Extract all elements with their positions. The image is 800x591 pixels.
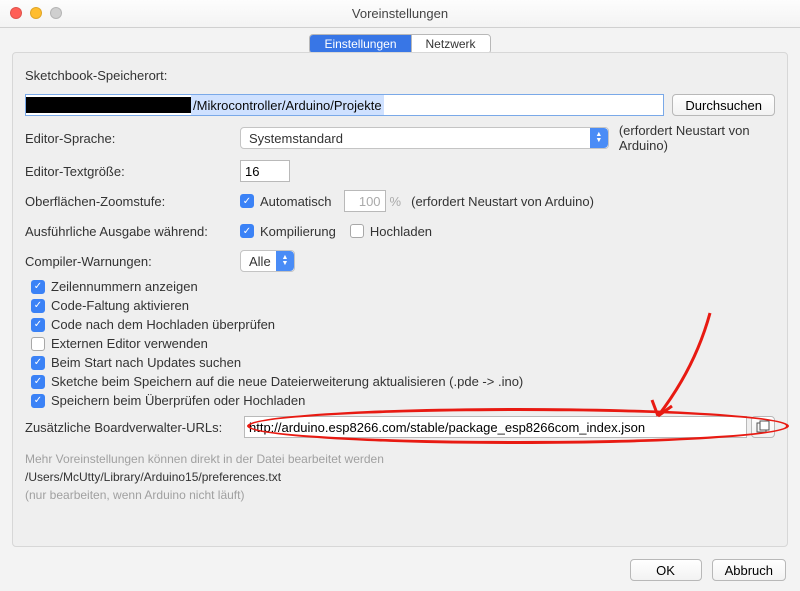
- sketchbook-label: Sketchbook-Speicherort:: [25, 68, 167, 83]
- checkbox-checked-icon: [31, 375, 45, 389]
- update-ext-checkbox[interactable]: Sketche beim Speichern auf die neue Date…: [25, 374, 775, 389]
- window-controls: [10, 7, 62, 19]
- browse-button[interactable]: Durchsuchen: [672, 94, 775, 116]
- ext-editor-label: Externen Editor verwenden: [51, 336, 208, 351]
- settings-panel: Sketchbook-Speicherort: /Mikrocontroller…: [12, 52, 788, 547]
- boards-url-row: Zusätzliche Boardverwalter-URLs:: [25, 416, 775, 438]
- tabs: Einstellungen Netzwerk: [0, 28, 800, 54]
- info-text: Mehr Voreinstellungen können direkt in d…: [25, 450, 775, 504]
- checkbox-checked-icon: [240, 224, 254, 238]
- boards-url-expand-button[interactable]: [751, 416, 775, 438]
- editor-lang-hint: (erfordert Neustart von Arduino): [619, 123, 775, 153]
- save-verify-label: Speichern beim Überprüfen oder Hochladen: [51, 393, 305, 408]
- zoom-auto-checkbox[interactable]: Automatisch: [240, 194, 332, 209]
- compiler-warn-select[interactable]: Alle ▲▼: [240, 250, 295, 272]
- boards-url-input[interactable]: [244, 416, 747, 438]
- chevron-updown-icon: ▲▼: [590, 128, 608, 148]
- sketchbook-path-visible: /Mikrocontroller/Arduino/Projekte: [191, 95, 384, 115]
- linenum-label: Zeilennummern anzeigen: [51, 279, 198, 294]
- info-line1: Mehr Voreinstellungen können direkt in d…: [25, 450, 775, 468]
- tab-network[interactable]: Netzwerk: [411, 35, 490, 53]
- editor-size-input[interactable]: [240, 160, 290, 182]
- checkbox-checked-icon: [240, 194, 254, 208]
- verbose-label: Ausführliche Ausgabe während:: [25, 224, 240, 239]
- tab-segment: Einstellungen Netzwerk: [309, 34, 490, 54]
- checkbox-checked-icon: [31, 299, 45, 313]
- verbose-upload-label: Hochladen: [370, 224, 432, 239]
- ext-editor-checkbox[interactable]: Externen Editor verwenden: [25, 336, 775, 351]
- checkbox-checked-icon: [31, 280, 45, 294]
- check-updates-checkbox[interactable]: Beim Start nach Updates suchen: [25, 355, 775, 370]
- editor-lang-value: Systemstandard: [249, 131, 343, 146]
- checkbox-unchecked-icon: [350, 224, 364, 238]
- percent-sign: %: [390, 194, 402, 209]
- checkbox-checked-icon: [31, 318, 45, 332]
- window-title: Voreinstellungen: [352, 6, 448, 21]
- verbose-compile-label: Kompilierung: [260, 224, 336, 239]
- options-checklist: Zeilennummern anzeigen Code-Faltung akti…: [25, 279, 775, 408]
- info-path: /Users/McUtty/Library/Arduino15/preferen…: [25, 468, 775, 486]
- cancel-button[interactable]: Abbruch: [712, 559, 786, 581]
- editor-lang-label: Editor-Sprache:: [25, 131, 240, 146]
- compiler-warn-label: Compiler-Warnungen:: [25, 254, 240, 269]
- zoom-label: Oberflächen-Zoomstufe:: [25, 194, 240, 209]
- verify-upload-label: Code nach dem Hochladen überprüfen: [51, 317, 275, 332]
- update-ext-label: Sketche beim Speichern auf die neue Date…: [51, 374, 523, 389]
- zoom-hint: (erfordert Neustart von Arduino): [411, 194, 594, 209]
- preferences-window: Voreinstellungen Einstellungen Netzwerk …: [0, 0, 800, 591]
- checkbox-unchecked-icon: [31, 337, 45, 351]
- verify-upload-checkbox[interactable]: Code nach dem Hochladen überprüfen: [25, 317, 775, 332]
- close-icon[interactable]: [10, 7, 22, 19]
- titlebar: Voreinstellungen: [0, 0, 800, 28]
- checkbox-checked-icon: [31, 356, 45, 370]
- editor-lang-select[interactable]: Systemstandard ▲▼: [240, 127, 609, 149]
- checkbox-checked-icon: [31, 394, 45, 408]
- tab-settings[interactable]: Einstellungen: [310, 35, 410, 53]
- chevron-updown-icon: ▲▼: [276, 251, 294, 271]
- editor-size-label: Editor-Textgröße:: [25, 164, 240, 179]
- ok-button[interactable]: OK: [630, 559, 702, 581]
- check-updates-label: Beim Start nach Updates suchen: [51, 355, 241, 370]
- info-line2: (nur bearbeiten, wenn Arduino nicht läuf…: [25, 486, 775, 504]
- sketchbook-path-input[interactable]: /Mikrocontroller/Arduino/Projekte: [25, 94, 664, 116]
- zoom-value-input[interactable]: [344, 190, 386, 212]
- verbose-compile-checkbox[interactable]: Kompilierung: [240, 224, 336, 239]
- codefold-label: Code-Faltung aktivieren: [51, 298, 189, 313]
- redacted-path: [26, 97, 191, 113]
- boards-url-label: Zusätzliche Boardverwalter-URLs:: [25, 420, 240, 435]
- zoom-auto-label: Automatisch: [260, 194, 332, 209]
- zoom-icon: [50, 7, 62, 19]
- codefold-checkbox[interactable]: Code-Faltung aktivieren: [25, 298, 775, 313]
- compiler-warn-value: Alle: [249, 254, 271, 269]
- minimize-icon[interactable]: [30, 7, 42, 19]
- verbose-upload-checkbox[interactable]: Hochladen: [350, 224, 432, 239]
- save-verify-checkbox[interactable]: Speichern beim Überprüfen oder Hochladen: [25, 393, 775, 408]
- linenum-checkbox[interactable]: Zeilennummern anzeigen: [25, 279, 775, 294]
- dialog-footer: OK Abbruch: [630, 559, 786, 581]
- window-icon: [756, 420, 770, 434]
